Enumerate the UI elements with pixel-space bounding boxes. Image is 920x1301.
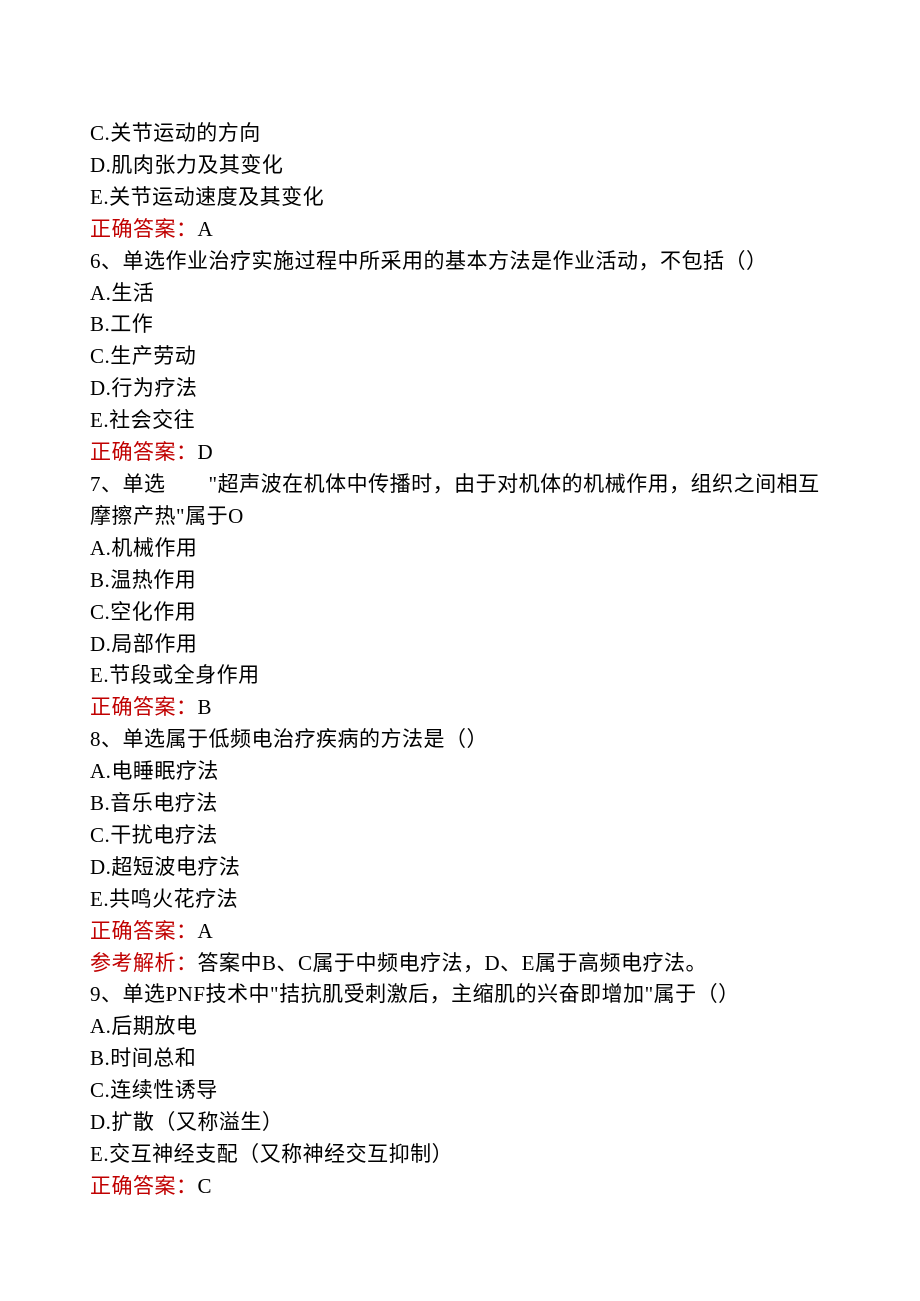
q7-option-e: E.节段或全身作用: [90, 660, 830, 692]
q7-option-c: C.空化作用: [90, 597, 830, 629]
q6-option-d: D.行为疗法: [90, 373, 830, 405]
q9-option-a: A.后期放电: [90, 1011, 830, 1043]
q6-answer-value: D: [198, 440, 214, 464]
q6-option-b: B.工作: [90, 309, 830, 341]
q8-option-c: C.干扰电疗法: [90, 820, 830, 852]
answer-label: 正确答案：: [90, 695, 198, 719]
q8-analysis-line: 参考解析：答案中B、C属于中频电疗法，D、E属于高频电疗法。: [90, 948, 830, 980]
q6-answer-line: 正确答案：D: [90, 437, 830, 469]
q7-answer-line: 正确答案：B: [90, 692, 830, 724]
q8-option-e: E.共鸣火花疗法: [90, 884, 830, 916]
q9-answer-value: C: [198, 1174, 213, 1198]
q6-option-a: A.生活: [90, 278, 830, 310]
q9-option-d: D.扩散（又称溢生）: [90, 1107, 830, 1139]
q7-option-d: D.局部作用: [90, 629, 830, 661]
q6-option-c: C.生产劳动: [90, 341, 830, 373]
q9-option-c: C.连续性诱导: [90, 1075, 830, 1107]
analysis-label: 参考解析：: [90, 951, 198, 975]
q5-option-d: D.肌肉张力及其变化: [90, 150, 830, 182]
q5-option-e: E.关节运动速度及其变化: [90, 182, 830, 214]
q5-answer-value: A: [198, 217, 214, 241]
q8-option-a: A.电睡眠疗法: [90, 756, 830, 788]
q7-option-a: A.机械作用: [90, 533, 830, 565]
q9-answer-line: 正确答案：C: [90, 1171, 830, 1203]
q7-answer-value: B: [198, 695, 213, 719]
q8-answer-line: 正确答案：A: [90, 916, 830, 948]
q9-option-e: E.交互神经支配（又称神经交互抑制）: [90, 1139, 830, 1171]
q8-answer-value: A: [198, 919, 214, 943]
q8-stem: 8、单选属于低频电治疗疾病的方法是（）: [90, 724, 830, 756]
q9-option-b: B.时间总和: [90, 1043, 830, 1075]
q6-stem: 6、单选作业治疗实施过程中所采用的基本方法是作业活动，不包括（）: [90, 246, 830, 278]
answer-label: 正确答案：: [90, 217, 198, 241]
q8-option-d: D.超短波电疗法: [90, 852, 830, 884]
q9-stem: 9、单选PNF技术中"拮抗肌受刺激后，主缩肌的兴奋即增加"属于（）: [90, 979, 830, 1011]
q6-option-e: E.社会交往: [90, 405, 830, 437]
q8-analysis-text: 答案中B、C属于中频电疗法，D、E属于高频电疗法。: [198, 951, 708, 975]
document-page: C.关节运动的方向 D.肌肉张力及其变化 E.关节运动速度及其变化 正确答案：A…: [0, 0, 920, 1293]
answer-label: 正确答案：: [90, 919, 198, 943]
q7-option-b: B.温热作用: [90, 565, 830, 597]
q5-option-c: C.关节运动的方向: [90, 118, 830, 150]
q5-answer-line: 正确答案：A: [90, 214, 830, 246]
q7-stem: 7、单选 "超声波在机体中传播时，由于对机体的机械作用，组织之间相互摩擦产热"属…: [90, 469, 830, 533]
q8-option-b: B.音乐电疗法: [90, 788, 830, 820]
answer-label: 正确答案：: [90, 1174, 198, 1198]
answer-label: 正确答案：: [90, 440, 198, 464]
